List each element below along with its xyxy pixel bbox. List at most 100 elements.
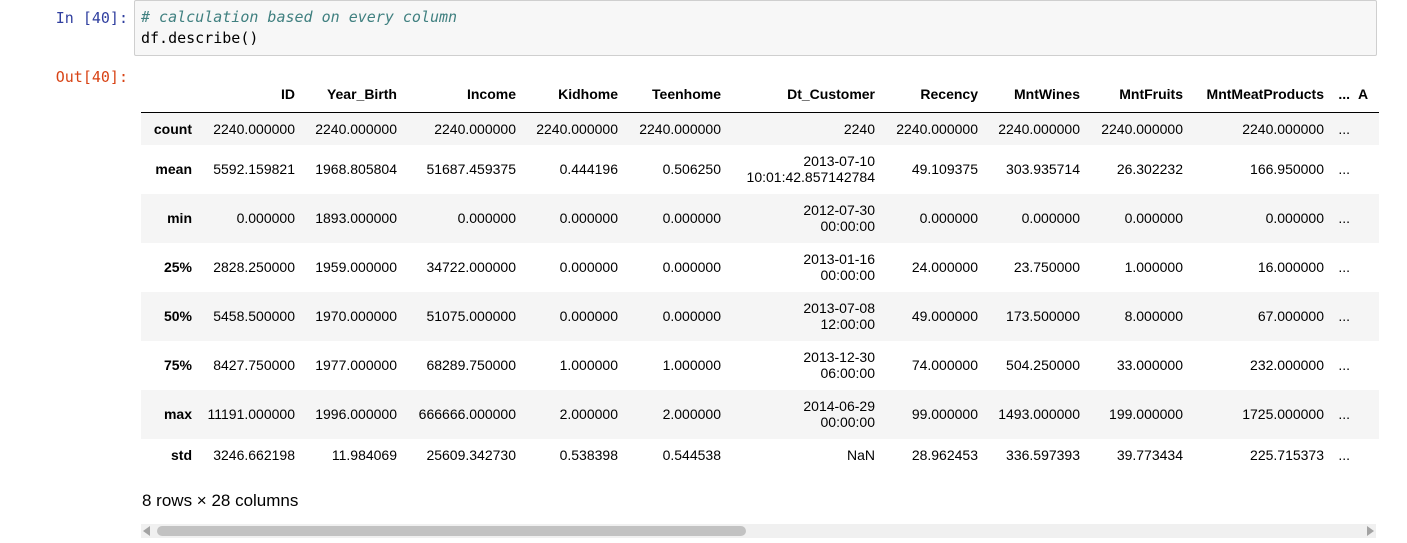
code-input-area[interactable]: # calculation based on every column df.d… bbox=[134, 0, 1377, 56]
row-label: min bbox=[167, 210, 192, 226]
datetime-cell: 2014-06-29 00:00:00 bbox=[725, 390, 879, 439]
column-header: MntFruits bbox=[1084, 76, 1187, 113]
output-prompt: Out[40]: bbox=[55, 68, 128, 86]
datetime-part: NaN bbox=[846, 446, 875, 463]
table-cell: 1959.000000 bbox=[315, 259, 397, 275]
table-cell: 99.000000 bbox=[911, 406, 978, 422]
scroll-right-arrow-icon[interactable] bbox=[1367, 526, 1374, 536]
table-cell: 0.000000 bbox=[662, 259, 721, 275]
row-label: 50% bbox=[163, 308, 192, 324]
table-cell: 0.000000 bbox=[457, 210, 516, 226]
table-cell: 0.000000 bbox=[1265, 210, 1324, 226]
scrollbar-thumb[interactable] bbox=[157, 526, 746, 536]
table-cell: 1.000000 bbox=[1124, 259, 1183, 275]
describe-table: ID Year_Birth Income Kidhome Teenhome Dt_Cust… bbox=[141, 76, 1379, 471]
table-cell bbox=[1354, 390, 1379, 439]
table-cell: 0.000000 bbox=[1021, 210, 1080, 226]
table-cell: 1.000000 bbox=[662, 357, 721, 373]
column-header: ... bbox=[1328, 76, 1354, 113]
table-cell: ... bbox=[1338, 308, 1350, 324]
table-cell bbox=[1354, 243, 1379, 292]
table-cell: ... bbox=[1338, 120, 1350, 137]
table-row: 50% 5458.500000 1970.000000 51075.000000 0.0… bbox=[141, 291, 1379, 341]
table-cell: 1725.000000 bbox=[1242, 406, 1324, 422]
horizontal-scrollbar[interactable] bbox=[141, 524, 1376, 538]
code-comment-line: # calculation based on every column bbox=[141, 8, 458, 26]
table-cell: 0.444196 bbox=[559, 161, 618, 177]
table-cell: 0.000000 bbox=[559, 308, 618, 324]
table-cell: 1977.000000 bbox=[315, 357, 397, 373]
table-cell: 0.000000 bbox=[559, 210, 618, 226]
scroll-left-arrow-icon[interactable] bbox=[143, 526, 150, 536]
table-cell: 2240.000000 bbox=[434, 120, 516, 137]
table-cell bbox=[1354, 113, 1379, 145]
datetime-part: 00:00:00 bbox=[820, 218, 876, 234]
table-cell: 1.000000 bbox=[559, 357, 618, 373]
table-cell: 23.750000 bbox=[1013, 259, 1080, 275]
table-row: std 3246.662198 11.984069 25609.342730 0.538… bbox=[141, 439, 1379, 471]
datetime-cell: 2013-12-30 06:00:00 bbox=[725, 341, 879, 390]
column-header: Dt_Customer bbox=[725, 76, 879, 113]
column-header: MntWines bbox=[982, 76, 1084, 113]
table-cell: 303.935714 bbox=[1006, 161, 1080, 177]
table-cell: 2240.000000 bbox=[896, 120, 978, 137]
table-cell: 0.544538 bbox=[662, 446, 721, 463]
table-cell: 199.000000 bbox=[1109, 406, 1183, 422]
table-row: max 11191.000000 1996.000000 666666.000000 2… bbox=[141, 389, 1379, 439]
table-row: 75% 8427.750000 1977.000000 68289.750000 1.0… bbox=[141, 341, 1379, 390]
table-cell: 225.715373 bbox=[1250, 446, 1324, 463]
table-cell: 16.000000 bbox=[1257, 259, 1324, 275]
column-header: A bbox=[1354, 76, 1379, 113]
table-cell: 5458.500000 bbox=[213, 308, 295, 324]
datetime-part: 2013-07-08 bbox=[803, 300, 875, 316]
table-cell: 1996.000000 bbox=[315, 406, 397, 422]
index-header bbox=[141, 76, 196, 113]
table-cell: 0.000000 bbox=[662, 210, 721, 226]
row-label: mean bbox=[155, 161, 192, 177]
datetime-part: 12:00:00 bbox=[820, 316, 876, 332]
column-header: Teenhome bbox=[622, 76, 725, 113]
table-cell: 0.000000 bbox=[559, 259, 618, 275]
table-cell: 166.950000 bbox=[1250, 161, 1324, 177]
row-label: count bbox=[153, 120, 192, 137]
table-cell: ... bbox=[1338, 406, 1350, 422]
table-cell: ... bbox=[1338, 210, 1350, 226]
table-cell: 1893.000000 bbox=[315, 210, 397, 226]
table-cell: ... bbox=[1338, 357, 1350, 373]
datetime-cell: 2240 bbox=[725, 113, 879, 145]
table-cell: 5592.159821 bbox=[213, 161, 295, 177]
table-cell: 3246.662198 bbox=[213, 446, 295, 463]
table-cell: 67.000000 bbox=[1257, 308, 1324, 324]
table-cell: 28.962453 bbox=[911, 446, 978, 463]
column-header: MntMeatProducts bbox=[1187, 76, 1328, 113]
table-cell: 336.597393 bbox=[1006, 446, 1080, 463]
table-cell: 1970.000000 bbox=[315, 308, 397, 324]
table-cell: 8.000000 bbox=[1124, 308, 1183, 324]
column-header: Recency bbox=[879, 76, 982, 113]
table-row: min 0.000000 1893.000000 0.000000 0.000000 0.… bbox=[141, 193, 1379, 243]
table-cell: 0.538398 bbox=[559, 446, 618, 463]
row-label: 75% bbox=[163, 357, 192, 373]
output-area: ID Year_Birth Income Kidhome Teenhome Dt_Cust… bbox=[141, 76, 1379, 476]
table-cell: 2240.000000 bbox=[639, 120, 721, 137]
table-cell: 2240.000000 bbox=[1101, 120, 1183, 137]
table-cell: 2828.250000 bbox=[213, 259, 295, 275]
input-prompt: In [40]: bbox=[55, 9, 128, 27]
table-cell: 0.506250 bbox=[662, 161, 721, 177]
table-cell: 0.000000 bbox=[1124, 210, 1183, 226]
table-cell: 504.250000 bbox=[1006, 357, 1080, 373]
code-statement-line: df.describe() bbox=[141, 29, 259, 47]
datetime-part: 10:01:42.857142784 bbox=[746, 169, 875, 185]
datetime-part: 00:00:00 bbox=[820, 267, 876, 283]
datetime-cell: 2013-07-08 12:00:00 bbox=[725, 292, 879, 341]
table-cell: 2240.000000 bbox=[213, 120, 295, 137]
table-cell: 2.000000 bbox=[559, 406, 618, 422]
table-cell: 1968.805804 bbox=[315, 161, 397, 177]
table-cell: 2240.000000 bbox=[998, 120, 1080, 137]
table-cell: 39.773434 bbox=[1116, 446, 1183, 463]
datetime-cell: NaN bbox=[725, 439, 879, 471]
table-cell: ... bbox=[1338, 259, 1350, 275]
table-row: 25% 2828.250000 1959.000000 34722.000000 0.0… bbox=[141, 243, 1379, 292]
table-cell: 11.984069 bbox=[331, 446, 397, 463]
table-cell: ... bbox=[1338, 161, 1350, 177]
